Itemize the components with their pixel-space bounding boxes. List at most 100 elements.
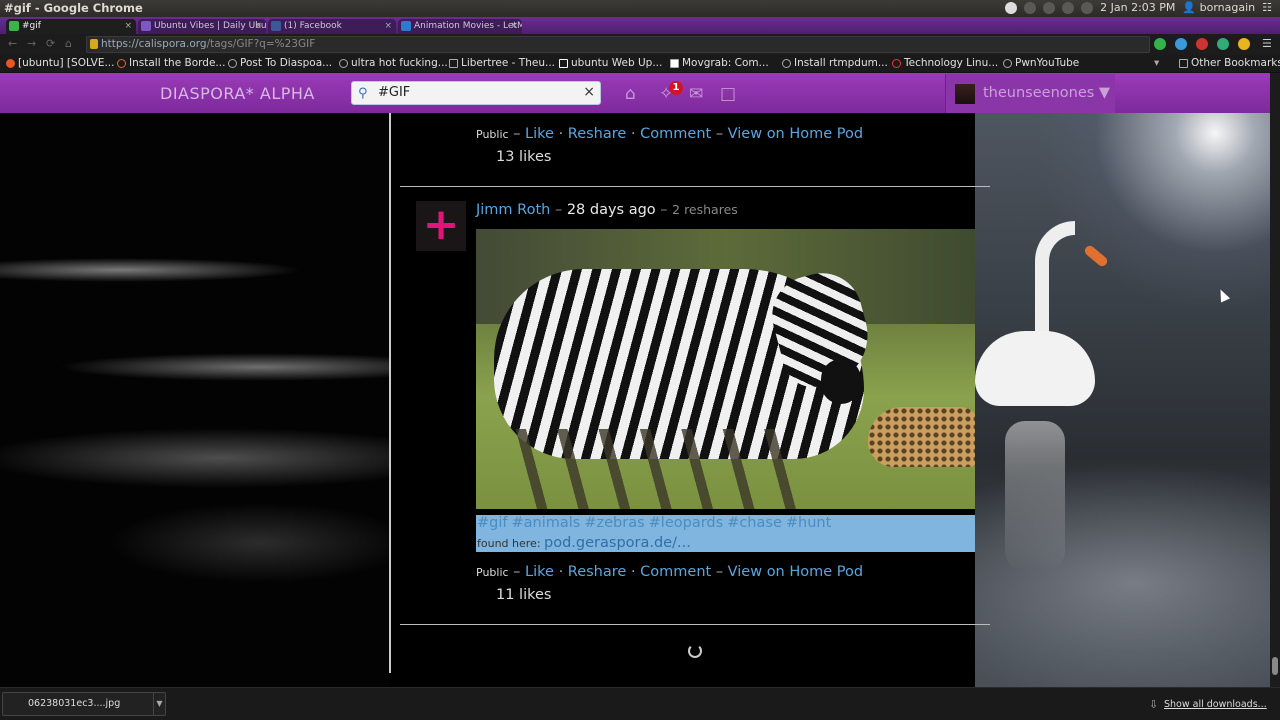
bookmark-icon bbox=[117, 59, 126, 68]
conversations-icon[interactable]: □ bbox=[720, 84, 736, 104]
url-path: /tags/GIF?q=%23GIF bbox=[206, 38, 316, 50]
like-link[interactable]: Like bbox=[525, 126, 554, 142]
like-link[interactable]: Like bbox=[525, 564, 554, 580]
hashtag-link[interactable]: #animals bbox=[512, 515, 581, 531]
hashtag-link[interactable]: #hunt bbox=[786, 515, 831, 531]
hashtag-link[interactable]: #chase bbox=[727, 515, 782, 531]
post-separator bbox=[400, 186, 990, 187]
bookmark-item[interactable]: [ubuntu] [SOLVE... bbox=[6, 57, 114, 69]
notification-badge: 1 bbox=[669, 81, 683, 95]
close-tab-icon[interactable]: × bbox=[254, 19, 262, 33]
visibility-label: Public bbox=[476, 566, 509, 579]
hashtag-link[interactable]: #gif bbox=[477, 515, 508, 531]
plus-icon: + bbox=[422, 199, 460, 250]
reload-icon[interactable]: ⟳ bbox=[46, 37, 55, 50]
tab-strip: #gif × Ubuntu Vibes | Daily Ubu... × (1)… bbox=[0, 17, 1280, 34]
power-icon[interactable]: ☷ bbox=[1262, 1, 1272, 14]
diaspora-header: DIASPORA* ALPHA ⚲ #GIF × ⌂ ✧ 1 ✉ □ theun… bbox=[0, 73, 1270, 113]
download-item[interactable]: 06238031ec3....jpg ▼ bbox=[2, 692, 166, 716]
bookmark-item[interactable]: Technology Linu... bbox=[892, 57, 998, 69]
tab-animation-movies[interactable]: Animation Movies - LetM... × bbox=[398, 19, 522, 34]
sync-icon[interactable] bbox=[1005, 1, 1018, 14]
comment-link[interactable]: Comment bbox=[640, 126, 711, 142]
comment-link[interactable]: Comment bbox=[640, 564, 711, 580]
letmewatch-favicon-icon bbox=[401, 21, 411, 31]
bookmark-item[interactable]: PwnYouTube bbox=[1003, 57, 1079, 69]
hashtag-link[interactable]: #zebras bbox=[584, 515, 644, 531]
chat-icon[interactable] bbox=[1062, 1, 1075, 14]
libertree-icon bbox=[449, 59, 458, 68]
bookmark-item[interactable]: Install rtmpdum... bbox=[782, 57, 888, 69]
tab-label: #gif bbox=[22, 21, 41, 31]
tab-ubuntu-vibes[interactable]: Ubuntu Vibes | Daily Ubu... × bbox=[138, 19, 266, 34]
other-bookmarks[interactable]: Other Bookmarks bbox=[1179, 57, 1280, 69]
downloads-bar: 06238031ec3....jpg ▼ ⇩ Show all download… bbox=[0, 687, 1280, 720]
home-icon[interactable]: ⌂ bbox=[625, 84, 636, 104]
ubuntu-vibes-favicon-icon bbox=[141, 21, 151, 31]
post-tags-box: #gif #animals #zebras #leopards #chase #hunt … bbox=[476, 515, 975, 552]
bookmark-icon bbox=[228, 59, 237, 68]
found-label: found here: bbox=[477, 537, 541, 550]
tab-label: (1) Facebook bbox=[284, 21, 342, 31]
mail-icon[interactable] bbox=[1043, 1, 1056, 14]
user-menu[interactable]: 👤 bornagain bbox=[1182, 1, 1255, 14]
background-water-image bbox=[0, 113, 390, 687]
bookmark-icon bbox=[339, 59, 348, 68]
scrollbar-thumb[interactable] bbox=[1272, 657, 1278, 675]
post-timestamp[interactable]: 28 days ago bbox=[567, 202, 656, 218]
window-title: #gif - Google Chrome bbox=[4, 1, 143, 15]
menu-icon[interactable]: ☰ bbox=[1262, 37, 1272, 50]
post-actions: Public – Like · Reshare · Comment – View… bbox=[476, 126, 864, 142]
bookmark-item[interactable]: Post To Diaspoa... bbox=[228, 57, 332, 69]
bookmark-item[interactable]: Libertree - Theu... bbox=[449, 57, 555, 69]
bookmark-item[interactable]: ubuntu Web Up... bbox=[559, 57, 662, 69]
user-dropdown[interactable]: theunseenones ▼ bbox=[945, 74, 1115, 113]
search-input[interactable]: ⚲ #GIF × bbox=[351, 81, 601, 105]
clock[interactable]: 2 Jan 2:03 PM bbox=[1100, 1, 1175, 14]
bookmark-item[interactable]: Movgrab: Com... bbox=[670, 57, 769, 69]
extension-green-icon[interactable] bbox=[1154, 38, 1166, 50]
author-link[interactable]: Jimm Roth bbox=[476, 202, 550, 218]
hashtag-link[interactable]: #leopards bbox=[649, 515, 724, 531]
home-icon[interactable]: ⌂ bbox=[65, 37, 72, 50]
extension-chrome-icon[interactable] bbox=[1217, 38, 1229, 50]
reshare-link[interactable]: Reshare bbox=[568, 126, 627, 142]
brand-logo[interactable]: DIASPORA* ALPHA bbox=[160, 84, 315, 103]
extension-globe-icon[interactable] bbox=[1175, 38, 1187, 50]
tab-gif[interactable]: #gif × bbox=[6, 19, 136, 34]
download-filename: 06238031ec3....jpg bbox=[28, 698, 121, 709]
forward-icon[interactable]: → bbox=[27, 37, 36, 50]
likes-count[interactable]: 11 likes bbox=[496, 587, 551, 603]
author-avatar[interactable]: + bbox=[416, 199, 466, 251]
download-arrow-icon: ⇩ bbox=[1149, 698, 1159, 711]
post-header: Jimm Roth – 28 days ago – 2 reshares bbox=[476, 202, 738, 218]
network-icon[interactable] bbox=[1024, 1, 1037, 14]
extension-s-icon[interactable] bbox=[1196, 38, 1208, 50]
tab-facebook[interactable]: (1) Facebook × bbox=[268, 19, 396, 34]
source-link[interactable]: pod.geraspora.de/... bbox=[544, 535, 691, 551]
download-menu-icon[interactable]: ▼ bbox=[153, 693, 165, 715]
back-icon[interactable]: ← bbox=[8, 37, 17, 50]
extension-h-icon[interactable] bbox=[1238, 38, 1250, 50]
volume-icon[interactable] bbox=[1081, 1, 1094, 14]
technology-icon bbox=[892, 59, 901, 68]
reshare-link[interactable]: Reshare bbox=[568, 564, 627, 580]
bookmarks-overflow-icon[interactable]: ▾ bbox=[1154, 57, 1159, 69]
clear-search-icon[interactable]: × bbox=[583, 84, 595, 100]
source-line: found here: pod.geraspora.de/... bbox=[477, 535, 691, 551]
address-bar[interactable]: https://calispora.org/tags/GIF?q=%23GIF bbox=[86, 36, 1150, 53]
bookmark-item[interactable]: ultra hot fucking... bbox=[339, 57, 448, 69]
view-on-home-pod-link[interactable]: View on Home Pod bbox=[728, 126, 863, 142]
bookmark-item[interactable]: Install the Borde... bbox=[117, 57, 225, 69]
reshares-count[interactable]: 2 reshares bbox=[672, 202, 738, 217]
likes-count[interactable]: 13 likes bbox=[496, 149, 551, 165]
post-separator bbox=[400, 624, 990, 625]
close-tab-icon[interactable]: × bbox=[510, 19, 518, 33]
close-tab-icon[interactable]: × bbox=[384, 19, 392, 33]
show-all-downloads-link[interactable]: Show all downloads... bbox=[1164, 699, 1267, 710]
close-tab-icon[interactable]: × bbox=[124, 19, 132, 33]
messages-icon[interactable]: ✉ bbox=[689, 84, 703, 104]
page-scrollbar[interactable] bbox=[1270, 73, 1280, 687]
view-on-home-pod-link[interactable]: View on Home Pod bbox=[728, 564, 863, 580]
post-gif-image[interactable] bbox=[476, 229, 975, 509]
